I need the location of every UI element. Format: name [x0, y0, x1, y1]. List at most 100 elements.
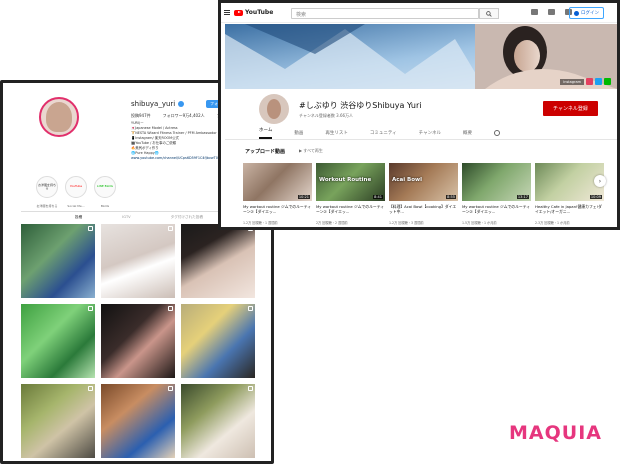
- youtube-channel-screenshot: YouTube 検索 ログイン Instagram #しぶゆり 渋谷ゆりShib…: [218, 0, 620, 230]
- tab-playlists[interactable]: 再生リスト: [325, 130, 348, 136]
- highlight-cover: YouTube: [65, 176, 87, 198]
- highlight-cover: お洋服を持ちる: [36, 176, 58, 198]
- video-thumbnail[interactable]: Acai Bowl 8:55: [389, 163, 458, 201]
- post-thumbnail[interactable]: [101, 304, 175, 378]
- tab-videos[interactable]: 動画: [294, 130, 303, 136]
- multi-post-icon: [248, 306, 253, 311]
- multi-post-icon: [168, 386, 173, 391]
- tab-posts[interactable]: 投稿: [75, 215, 82, 220]
- profile-avatar[interactable]: [39, 97, 79, 137]
- youtube-top-bar: YouTube 検索 ログイン: [221, 3, 617, 23]
- video-card[interactable]: 13:17 My workout routine ジムでのルーティーン②【ダイエッ…: [462, 163, 531, 225]
- post-thumbnail[interactable]: [21, 384, 95, 458]
- multi-post-icon: [168, 226, 173, 231]
- channel-search-icon[interactable]: [493, 130, 500, 136]
- search-input[interactable]: 検索: [291, 8, 479, 19]
- youtube-logo[interactable]: YouTube: [234, 9, 273, 16]
- instagram-icon[interactable]: [586, 78, 593, 85]
- search-button[interactable]: [479, 8, 499, 19]
- banner-image: [225, 24, 617, 89]
- video-shelf: 10:21 My workout routine ジムでのルーティーン②【ダイエッ…: [243, 163, 604, 225]
- highlight-caption: BLOG: [100, 204, 110, 208]
- subscriber-count: チャンネル登録者数 3.66万人: [299, 113, 354, 118]
- video-card[interactable]: Acai Bowl 8:55 【料理】Acai Bowl【cooking】ダイエット…: [389, 163, 458, 225]
- video-title[interactable]: My workout routine ジムでのルーティーン②【ダイエッ...: [243, 204, 312, 219]
- create-video-icon[interactable]: [531, 9, 538, 15]
- video-card[interactable]: 10:21 My workout routine ジムでのルーティーン②【ダイエッ…: [243, 163, 312, 225]
- video-duration: 8:55: [446, 195, 456, 199]
- video-meta: 2万 回視聴・2 週間前: [316, 221, 348, 225]
- post-thumbnail[interactable]: [101, 224, 175, 298]
- maquia-logo: MAQUIA: [509, 422, 602, 444]
- tab-community[interactable]: コミュニティ: [370, 130, 397, 136]
- highlight-item[interactable]: LINE BLOG BLOG: [91, 176, 119, 208]
- apps-grid-icon[interactable]: [548, 9, 555, 15]
- tab-channels[interactable]: チャンネル: [419, 130, 441, 136]
- tab-igtv[interactable]: IGTV: [122, 215, 130, 220]
- profile-username: shibuya_yuri: [131, 100, 176, 108]
- highlight-item[interactable]: YouTube Social Me...: [62, 176, 90, 208]
- video-thumbnail[interactable]: 10:21: [243, 163, 312, 201]
- video-title[interactable]: My workout routine ジムでのルーティーン②【ダイエッ...: [462, 204, 531, 219]
- banner-links: Instagram: [560, 78, 611, 85]
- account-icon: [574, 10, 579, 16]
- multi-post-icon: [248, 386, 253, 391]
- post-thumbnail[interactable]: [181, 304, 255, 378]
- channel-title: #しぶゆり 渋谷ゆりShibuya Yuri: [299, 101, 422, 110]
- thumbnail-overlay-text: Acai Bowl: [392, 177, 422, 183]
- thumbnail-overlay-text: Workout Routine: [319, 177, 372, 183]
- multi-post-icon: [88, 306, 93, 311]
- video-meta: 1.2万 回視聴・3 週間前: [389, 221, 424, 225]
- channel-banner: Instagram: [225, 24, 617, 89]
- video-thumbnail[interactable]: Workout Routine 8:41: [316, 163, 385, 201]
- video-thumbnail[interactable]: 13:17: [462, 163, 531, 201]
- video-title[interactable]: My workout routine ジムでのルーティーン②【ダイエッ...: [316, 204, 385, 219]
- multi-post-icon: [168, 306, 173, 311]
- highlight-cover: LINE BLOG: [94, 176, 116, 198]
- line-icon[interactable]: [604, 78, 611, 85]
- section-title: アップロード動画: [245, 149, 286, 155]
- video-meta: 2.3万 回視聴・1 か月前: [535, 221, 570, 225]
- video-meta: 1.2万 回視聴・1 週間前: [243, 221, 278, 225]
- post-thumbnail[interactable]: [21, 224, 95, 298]
- post-thumbnail[interactable]: [181, 384, 255, 458]
- multi-post-icon: [88, 386, 93, 391]
- multi-post-icon: [88, 226, 93, 231]
- posts-count: 投稿947件: [131, 113, 151, 118]
- channel-tabs: ホーム 動画 再生リスト コミュニティ チャンネル 概要: [259, 127, 500, 139]
- menu-icon[interactable]: [224, 10, 230, 15]
- collage: shibuya_yuri フォローする 投稿947件 フォロワー9万4,402人…: [0, 0, 620, 464]
- post-thumbnail[interactable]: [181, 224, 255, 298]
- profile-username-row: shibuya_yuri: [131, 100, 185, 108]
- followers-count[interactable]: フォロワー9万4,402人: [163, 113, 205, 119]
- video-card[interactable]: Workout Routine 8:41 My workout routine ジム…: [316, 163, 385, 225]
- video-meta: 1.5万 回視聴・1 か月前: [462, 221, 497, 225]
- tab-home[interactable]: ホーム: [259, 127, 273, 139]
- youtube-logo-text: YouTube: [245, 9, 274, 16]
- tab-tagged[interactable]: タグ付けされた投稿: [171, 215, 203, 220]
- highlight-caption: お洋服を持ちる: [36, 204, 58, 208]
- video-title[interactable]: Healthy Cafe in Japan!健康カフェ!ダイエット/オーガニ..…: [535, 204, 604, 219]
- tabs-divider: [225, 139, 617, 140]
- login-button[interactable]: ログイン: [569, 7, 604, 19]
- play-all-link[interactable]: ▶ すべて再生: [299, 148, 323, 154]
- twitter-icon[interactable]: [595, 78, 602, 85]
- tab-about[interactable]: 概要: [463, 130, 472, 136]
- post-thumbnail[interactable]: [21, 304, 95, 378]
- chevron-right-icon[interactable]: ›: [594, 175, 606, 187]
- subscribe-button[interactable]: チャンネル登録: [543, 101, 598, 116]
- video-duration: 8:41: [373, 195, 383, 199]
- youtube-play-icon: [234, 9, 243, 16]
- video-card[interactable]: 10:09 Healthy Cafe in Japan!健康カフェ!ダイエット/オ…: [535, 163, 604, 225]
- video-title[interactable]: 【料理】Acai Bowl【cooking】ダイエット中...: [389, 204, 458, 219]
- channel-avatar[interactable]: [259, 94, 289, 124]
- search-icon: [486, 10, 492, 17]
- video-duration: 13:17: [516, 195, 529, 199]
- banner-link-label[interactable]: Instagram: [560, 78, 584, 85]
- header-icons: [531, 9, 572, 15]
- post-thumbnail[interactable]: [101, 384, 175, 458]
- video-duration: 10:09: [589, 195, 602, 199]
- verified-badge-icon: [178, 101, 185, 107]
- video-duration: 10:21: [297, 195, 310, 199]
- highlight-item[interactable]: お洋服を持ちる お洋服を持ちる: [33, 176, 61, 208]
